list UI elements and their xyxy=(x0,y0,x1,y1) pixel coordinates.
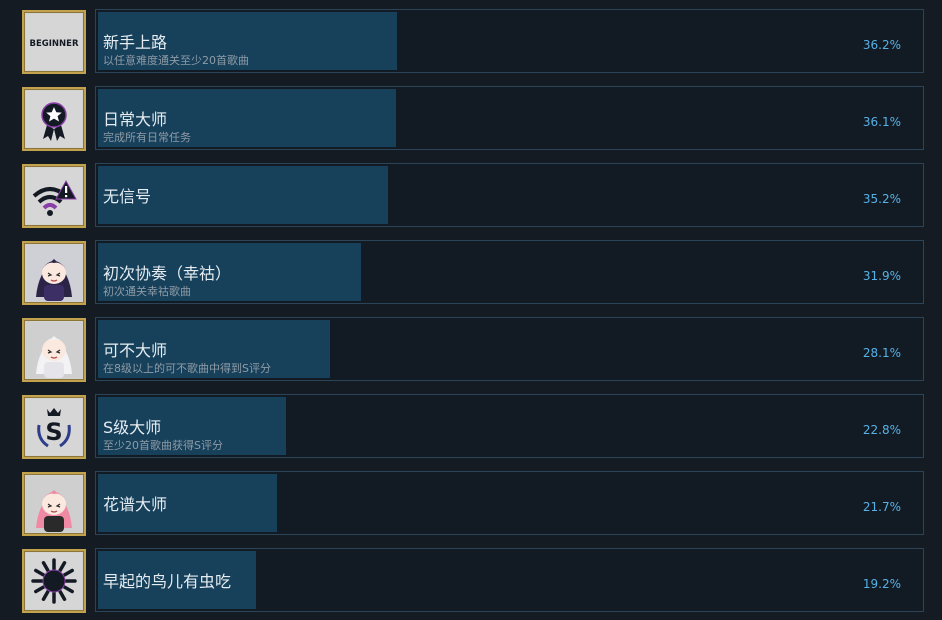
achievement-row[interactable]: 早起的鸟儿有虫吃 19.2% xyxy=(0,548,942,613)
unlock-percent: 36.1% xyxy=(862,115,901,129)
achievement-panel: 无信号 35.2% xyxy=(95,163,924,227)
character-portrait-icon xyxy=(22,472,86,536)
achievement-row[interactable]: 日常大师完成所有日常任务 36.1% xyxy=(0,86,942,151)
achievement-name: 无信号 xyxy=(103,187,152,206)
achievement-description: 以任意难度通关至少20首歌曲 xyxy=(103,54,249,67)
achievement-name: S级大师 xyxy=(103,418,162,437)
achievement-row[interactable]: S S级大师至少20首歌曲获得S评分 22.8% xyxy=(0,394,942,459)
beginner-text: BEGINNER xyxy=(29,39,78,49)
achievement-panel: 初次协奏（幸祜） 初次通关幸祜歌曲 31.9% xyxy=(95,240,924,304)
achievement-list: BEGINNER 新手上路以任意难度通关至少20首歌曲 36.2% 日常大师完成所… xyxy=(0,0,942,620)
achievement-name: 早起的鸟儿有虫吃 xyxy=(103,572,232,591)
unlock-percent: 28.1% xyxy=(862,346,901,360)
svg-text:S: S xyxy=(45,418,62,446)
achievement-panel: 可不大师在8级以上的可不歌曲中得到S评分 28.1% xyxy=(95,317,924,381)
s-rank-crown-icon: S xyxy=(22,395,86,459)
achievement-panel: 早起的鸟儿有虫吃 19.2% xyxy=(95,548,924,612)
unlock-percent: 36.2% xyxy=(862,38,901,52)
achievement-description: 初次通关幸祜歌曲 xyxy=(103,285,191,298)
wifi-warning-icon xyxy=(22,164,86,228)
character-portrait-icon xyxy=(22,241,86,305)
star-ribbon-icon xyxy=(22,87,86,151)
unlock-percent: 22.8% xyxy=(862,423,901,437)
unlock-percent: 31.9% xyxy=(862,269,901,283)
achievement-description: 至少20首歌曲获得S评分 xyxy=(103,439,223,452)
achievement-row[interactable]: 花谱大师 21.7% xyxy=(0,471,942,536)
achievement-name: 初次协奏（幸祜） xyxy=(103,264,232,283)
achievement-name: 可不大师 xyxy=(103,341,168,360)
beginner-badge-icon: BEGINNER xyxy=(22,10,86,74)
achievement-name: 花谱大师 xyxy=(103,495,168,514)
achievement-row[interactable]: 可不大师在8级以上的可不歌曲中得到S评分 28.1% xyxy=(0,317,942,382)
achievement-row[interactable]: 无信号 35.2% xyxy=(0,163,942,228)
sun-icon xyxy=(22,549,86,613)
unlock-percent: 19.2% xyxy=(862,577,901,591)
achievement-row[interactable]: BEGINNER 新手上路以任意难度通关至少20首歌曲 36.2% xyxy=(0,9,942,74)
character-portrait-icon xyxy=(22,318,86,382)
achievement-panel: S级大师至少20首歌曲获得S评分 22.8% xyxy=(95,394,924,458)
achievement-name: 新手上路 xyxy=(103,33,168,52)
achievement-panel: 花谱大师 21.7% xyxy=(95,471,924,535)
unlock-percent: 35.2% xyxy=(862,192,901,206)
achievement-name: 日常大师 xyxy=(103,110,168,129)
achievement-description: 完成所有日常任务 xyxy=(103,131,191,144)
achievement-panel: 日常大师完成所有日常任务 36.1% xyxy=(95,86,924,150)
achievement-row[interactable]: 初次协奏（幸祜） 初次通关幸祜歌曲 31.9% xyxy=(0,240,942,305)
unlock-percent: 21.7% xyxy=(862,500,901,514)
achievement-panel: 新手上路以任意难度通关至少20首歌曲 36.2% xyxy=(95,9,924,73)
achievement-description: 在8级以上的可不歌曲中得到S评分 xyxy=(103,362,271,375)
